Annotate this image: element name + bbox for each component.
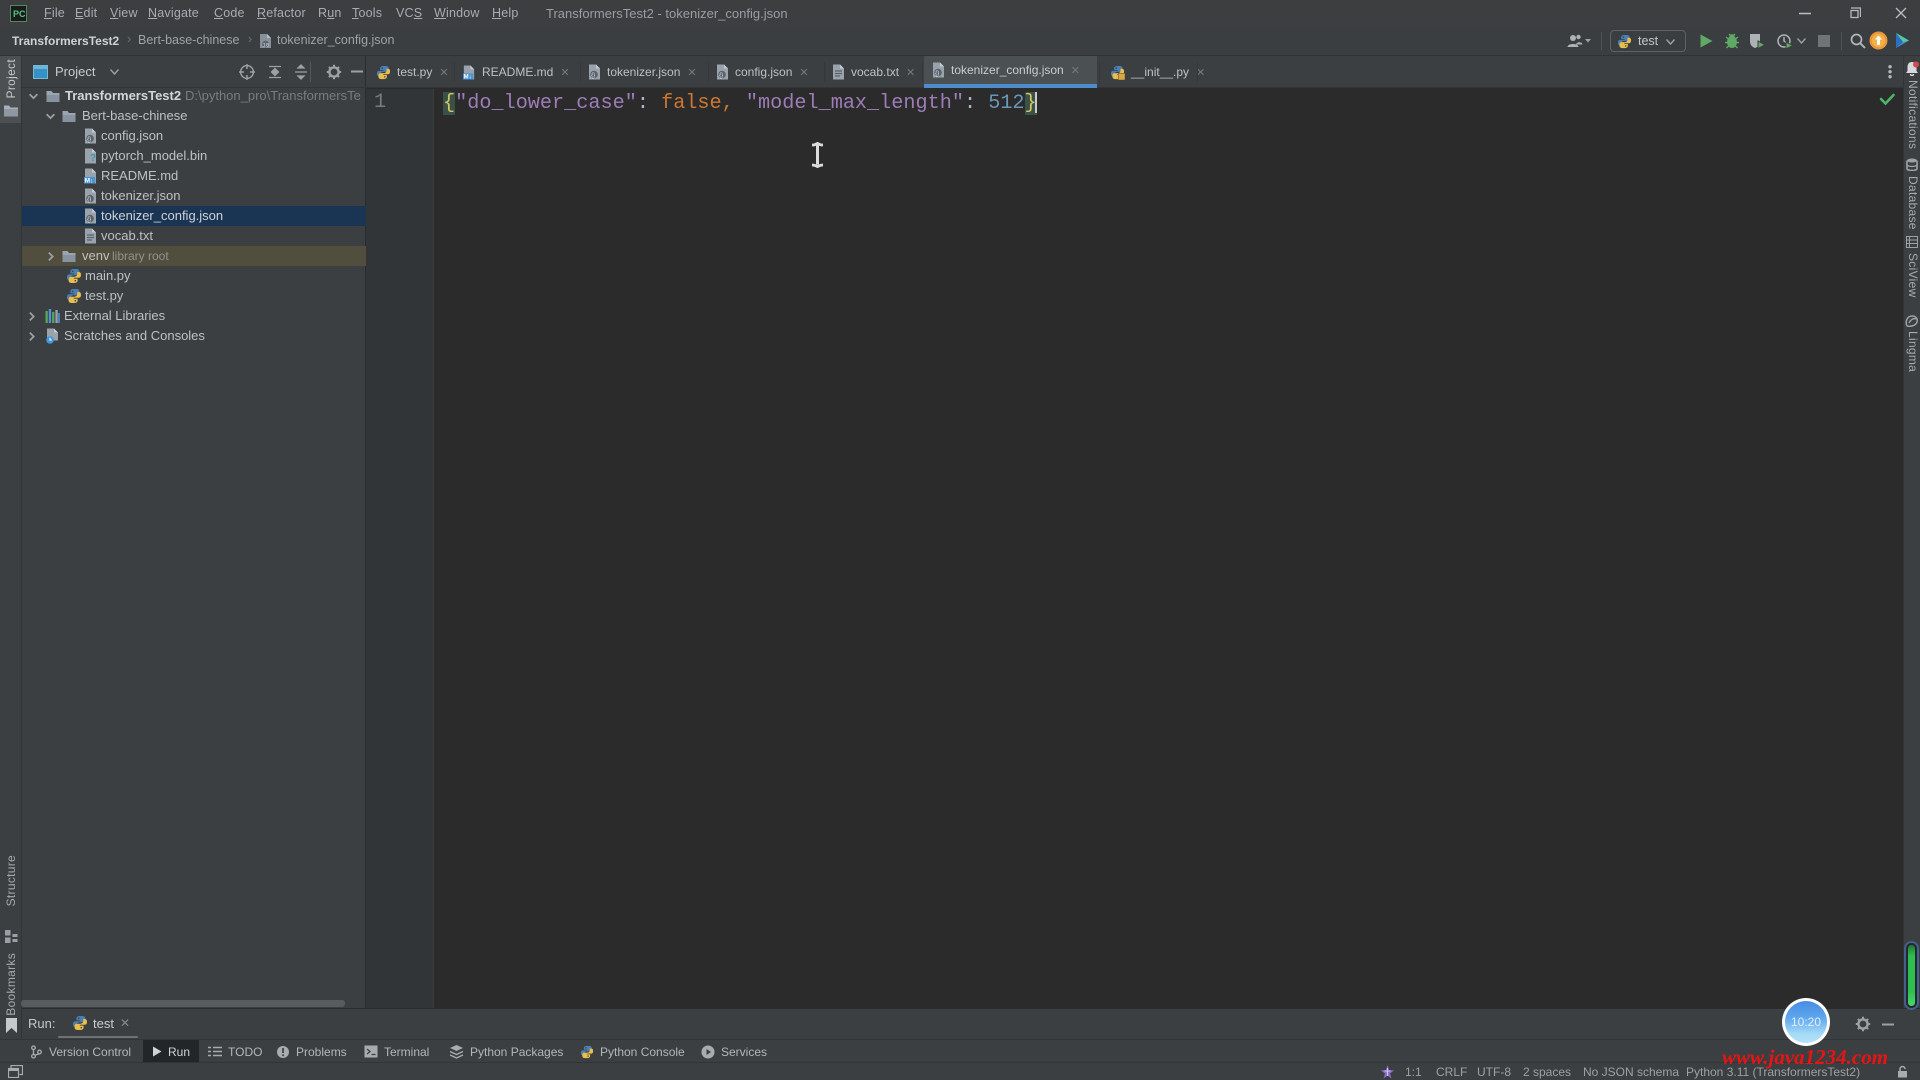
svg-text:PC: PC (13, 9, 26, 19)
svg-text:10: 10 (263, 41, 270, 48)
